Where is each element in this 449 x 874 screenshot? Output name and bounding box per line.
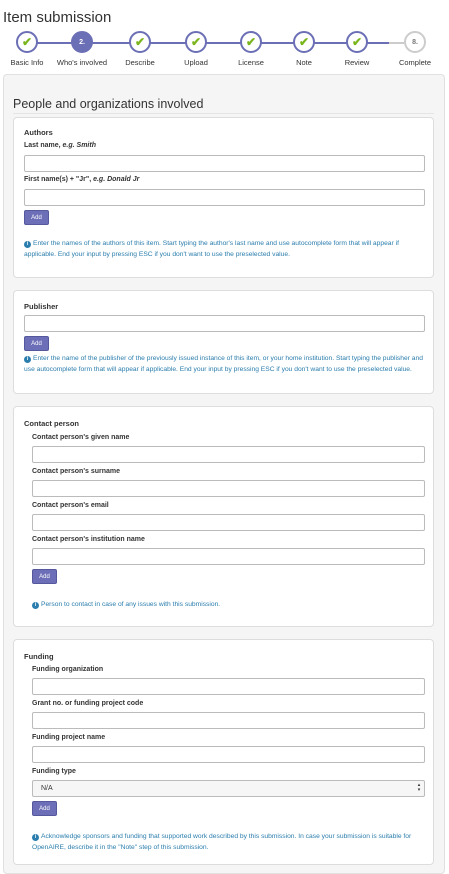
step-circle-pending: 8. bbox=[404, 31, 426, 53]
contact-add-button[interactable]: Add bbox=[32, 569, 57, 584]
checkmark-icon: ✔ bbox=[351, 35, 363, 49]
step-circle: ✔ bbox=[185, 31, 207, 53]
step-circle: ✔ bbox=[129, 31, 151, 53]
grant-number-label: Grant no. or funding project code bbox=[32, 700, 144, 707]
info-icon: i bbox=[24, 241, 31, 248]
step-label: Upload bbox=[184, 58, 208, 67]
step-label: Complete bbox=[398, 58, 432, 67]
step-label: Basic Info bbox=[10, 58, 44, 67]
funding-project-name-input[interactable] bbox=[32, 746, 425, 763]
funding-type-select[interactable]: N/A ▴ ▾ bbox=[32, 780, 425, 797]
contact-help-message: Person to contact in case of any issues … bbox=[41, 601, 221, 608]
step-basic-info[interactable]: ✔ Basic Info bbox=[0, 28, 57, 67]
authors-add-button[interactable]: Add bbox=[24, 210, 49, 225]
authors-help-message: Enter the names of the authors of this i… bbox=[24, 240, 399, 258]
funding-help-text: i Acknowledge sponsors and funding that s… bbox=[32, 831, 425, 853]
checkmark-icon: ✔ bbox=[245, 35, 257, 49]
funding-add-button[interactable]: Add bbox=[32, 801, 57, 816]
publisher-section: Publisher Add i Enter the name of the pub… bbox=[13, 290, 434, 394]
step-circle: ✔ bbox=[346, 31, 368, 53]
contact-email-label: Contact person's email bbox=[32, 502, 109, 509]
first-name-example: e.g. Donald Jr bbox=[93, 176, 140, 183]
step-label: Who's involved bbox=[56, 58, 108, 67]
authors-header: Authors bbox=[24, 128, 53, 137]
first-name-label-text: First name(s) + "Jr", bbox=[24, 176, 94, 183]
publisher-header: Publisher bbox=[24, 302, 59, 311]
step-whos-involved[interactable]: 2. Who's involved bbox=[52, 28, 112, 67]
first-name-label: First name(s) + "Jr", e.g. Donald Jr bbox=[24, 176, 139, 183]
grant-number-input[interactable] bbox=[32, 712, 425, 729]
funding-help-message: Acknowledge sponsors and funding that su… bbox=[32, 833, 412, 851]
checkmark-icon: ✔ bbox=[190, 35, 202, 49]
funding-section: Funding Funding organization Grant no. o… bbox=[13, 639, 434, 865]
contact-given-name-label: Contact person's given name bbox=[32, 434, 130, 441]
step-label: Describe bbox=[125, 58, 155, 67]
publisher-add-button[interactable]: Add bbox=[24, 336, 49, 351]
checkmark-icon: ✔ bbox=[298, 35, 310, 49]
contact-person-header: Contact person bbox=[24, 419, 80, 428]
last-name-label: Last name, e.g. Smith bbox=[24, 142, 96, 149]
funding-organization-label: Funding organization bbox=[32, 666, 104, 673]
publisher-help-text: i Enter the name of the publisher of the … bbox=[24, 353, 425, 375]
publisher-input[interactable] bbox=[24, 315, 425, 332]
funding-header: Funding bbox=[24, 652, 54, 661]
contact-help-text: i Person to contact in case of any issues… bbox=[32, 599, 425, 610]
step-circle: ✔ bbox=[240, 31, 262, 53]
contact-person-section: Contact person Contact person's given na… bbox=[13, 406, 434, 627]
step-circle-active: 2. bbox=[71, 31, 93, 53]
checkmark-icon: ✔ bbox=[134, 35, 146, 49]
contact-given-name-input[interactable] bbox=[32, 446, 425, 463]
funding-organization-input[interactable] bbox=[32, 678, 425, 695]
step-license[interactable]: ✔ License bbox=[221, 28, 281, 67]
step-label: Note bbox=[296, 58, 312, 67]
progress-stepper: ✔ Basic Info 2. Who's involved ✔ Describ… bbox=[0, 28, 449, 72]
checkmark-icon: ✔ bbox=[21, 35, 33, 49]
section-divider bbox=[13, 113, 434, 114]
contact-institution-label: Contact person's institution name bbox=[32, 536, 145, 543]
step-circle: ✔ bbox=[293, 31, 315, 53]
section-title: People and organizations involved bbox=[13, 97, 204, 111]
first-name-input[interactable] bbox=[24, 189, 425, 206]
funding-type-value: N/A bbox=[41, 785, 53, 792]
select-arrow-icon: ▴ ▾ bbox=[417, 782, 421, 793]
contact-surname-input[interactable] bbox=[32, 480, 425, 497]
step-circle: ✔ bbox=[16, 31, 38, 53]
authors-help-text: i Enter the names of the authors of this … bbox=[24, 238, 425, 260]
step-describe[interactable]: ✔ Describe bbox=[110, 28, 170, 67]
step-label: Review bbox=[344, 58, 370, 67]
step-complete: 8. Complete bbox=[385, 28, 445, 67]
step-label: License bbox=[238, 58, 264, 67]
authors-section: Authors Last name, e.g. Smith First name… bbox=[13, 117, 434, 278]
publisher-help-message: Enter the name of the publisher of the p… bbox=[24, 355, 423, 373]
step-upload[interactable]: ✔ Upload bbox=[166, 28, 226, 67]
funding-project-name-label: Funding project name bbox=[32, 734, 106, 741]
contact-institution-input[interactable] bbox=[32, 548, 425, 565]
last-name-example: e.g. Smith bbox=[62, 142, 96, 149]
last-name-label-text: Last name, bbox=[24, 142, 63, 149]
step-note[interactable]: ✔ Note bbox=[274, 28, 334, 67]
contact-email-input[interactable] bbox=[32, 514, 425, 531]
info-icon: i bbox=[24, 356, 31, 363]
funding-type-label: Funding type bbox=[32, 768, 76, 775]
last-name-input[interactable] bbox=[24, 155, 425, 172]
step-review[interactable]: ✔ Review bbox=[327, 28, 387, 67]
page-title: Item submission bbox=[3, 9, 112, 26]
info-icon: i bbox=[32, 834, 39, 841]
contact-surname-label: Contact person's surname bbox=[32, 468, 121, 475]
info-icon: i bbox=[32, 602, 39, 609]
